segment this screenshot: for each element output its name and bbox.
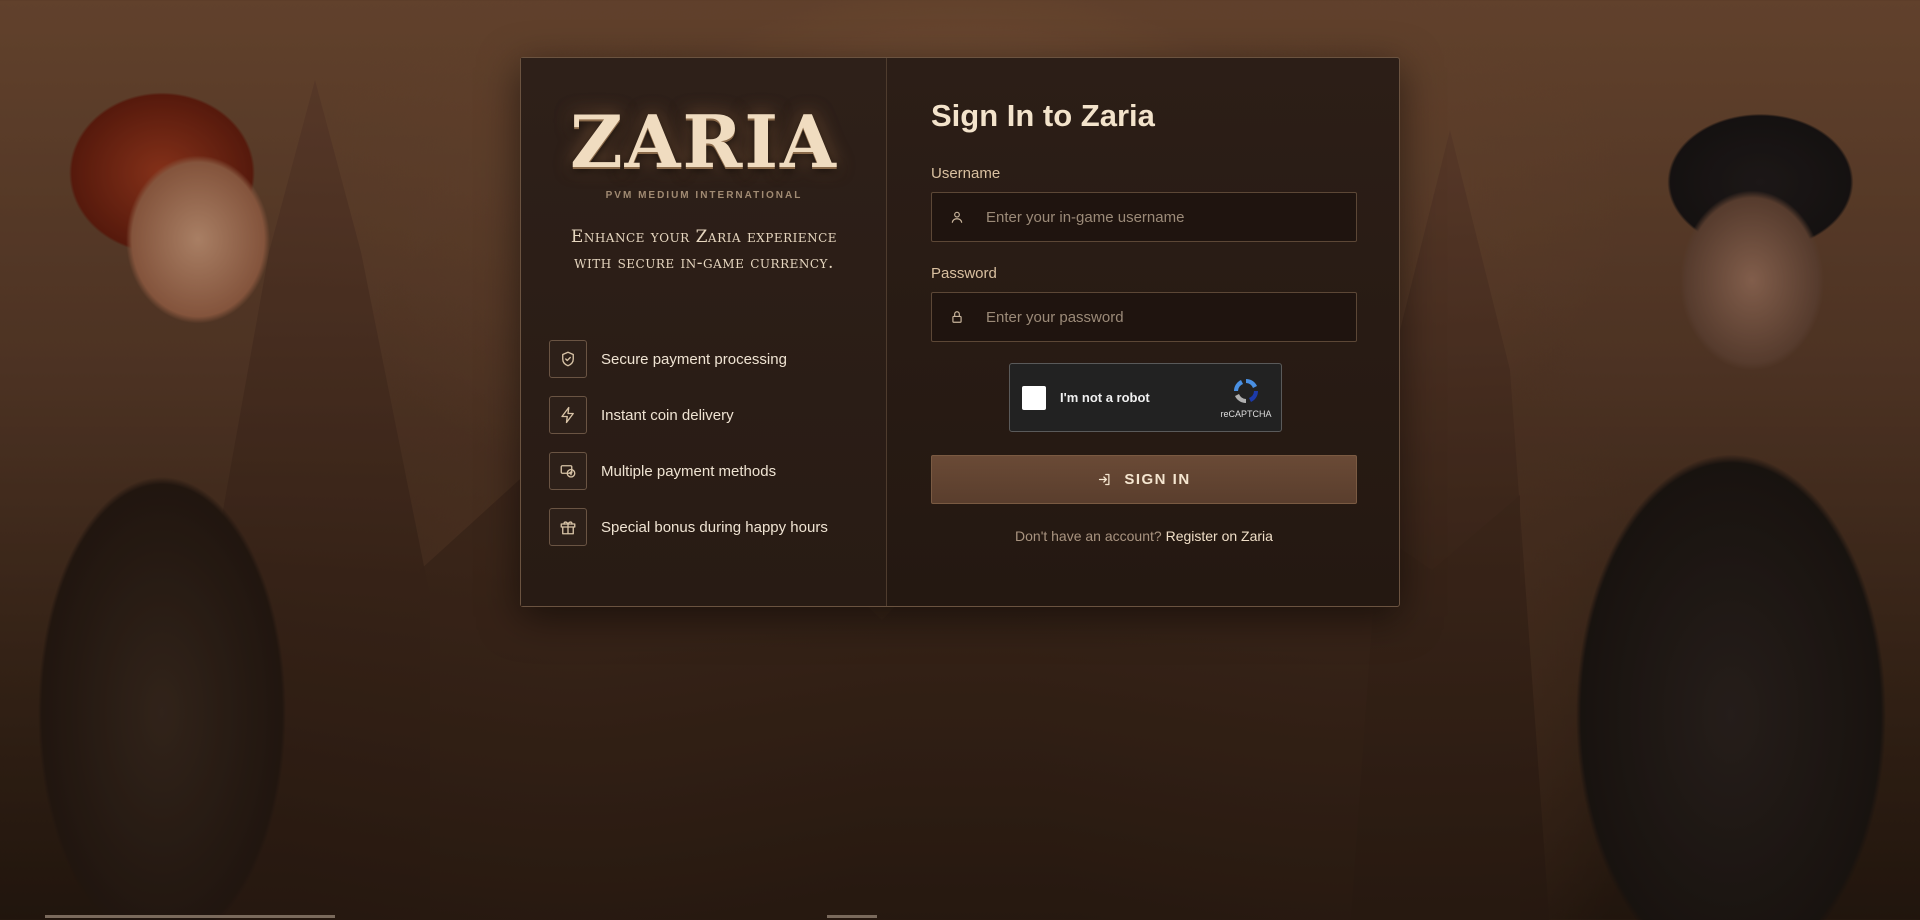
password-field <box>931 292 1357 342</box>
lightning-icon <box>549 396 587 434</box>
recaptcha-brand: reCAPTCHA <box>1211 376 1281 419</box>
lock-icon <box>932 310 982 324</box>
page-title: Sign In to Zaria <box>931 98 1155 133</box>
username-field <box>931 192 1357 242</box>
register-prompt: Don't have an account? Register on Zaria <box>931 528 1357 544</box>
register-text: Don't have an account? <box>1015 528 1162 544</box>
scrollbar-thumb[interactable] <box>827 915 877 918</box>
password-input[interactable] <box>982 293 1356 341</box>
username-label: Username <box>931 165 1001 182</box>
feature-label: Secure payment processing <box>601 350 787 368</box>
recaptcha-brand-text: reCAPTCHA <box>1220 409 1272 419</box>
payment-methods-icon <box>549 452 587 490</box>
scrollbar-thumb[interactable] <box>45 915 335 918</box>
tagline-line: with secure in-game currency. <box>574 253 834 273</box>
signin-panel: Sign In to Zaria Username Password I'm n… <box>887 58 1399 606</box>
logo-subtitle: PVM MEDIUM INTERNATIONAL <box>605 190 803 201</box>
sign-in-label: SIGN IN <box>1124 471 1191 488</box>
password-label: Password <box>931 265 997 282</box>
tagline-line: Enhance your Zaria experience <box>570 227 838 247</box>
recaptcha-label: I'm not a robot <box>1060 390 1150 405</box>
brand-panel: ZARIA PVM MEDIUM INTERNATIONAL Enhance y… <box>521 58 887 606</box>
sign-in-icon <box>1097 472 1112 487</box>
username-input[interactable] <box>982 193 1356 241</box>
recaptcha-checkbox[interactable] <box>1022 385 1046 410</box>
feature-item: Secure payment processing <box>549 340 828 378</box>
tagline: Enhance your Zaria experience with secur… <box>521 224 887 276</box>
feature-label: Instant coin delivery <box>601 406 734 424</box>
gift-icon <box>549 508 587 546</box>
feature-label: Multiple payment methods <box>601 462 777 480</box>
logo: ZARIA PVM MEDIUM INTERNATIONAL <box>521 99 887 202</box>
shield-check-icon <box>549 340 587 378</box>
user-icon <box>932 210 982 224</box>
feature-label: Special bonus during happy hours <box>601 518 828 536</box>
feature-list: Secure payment processing Instant coin d… <box>549 340 828 564</box>
register-link[interactable]: Register on Zaria <box>1166 528 1273 544</box>
recaptcha-logo-icon <box>1233 378 1259 404</box>
login-card: ZARIA PVM MEDIUM INTERNATIONAL Enhance y… <box>520 57 1400 607</box>
logo-text: ZARIA <box>570 99 838 184</box>
feature-item: Instant coin delivery <box>549 396 828 434</box>
feature-item: Multiple payment methods <box>549 452 828 490</box>
recaptcha-widget: I'm not a robot reCAPTCHA <box>1009 363 1282 432</box>
feature-item: Special bonus during happy hours <box>549 508 828 546</box>
sign-in-button[interactable]: SIGN IN <box>931 455 1357 504</box>
